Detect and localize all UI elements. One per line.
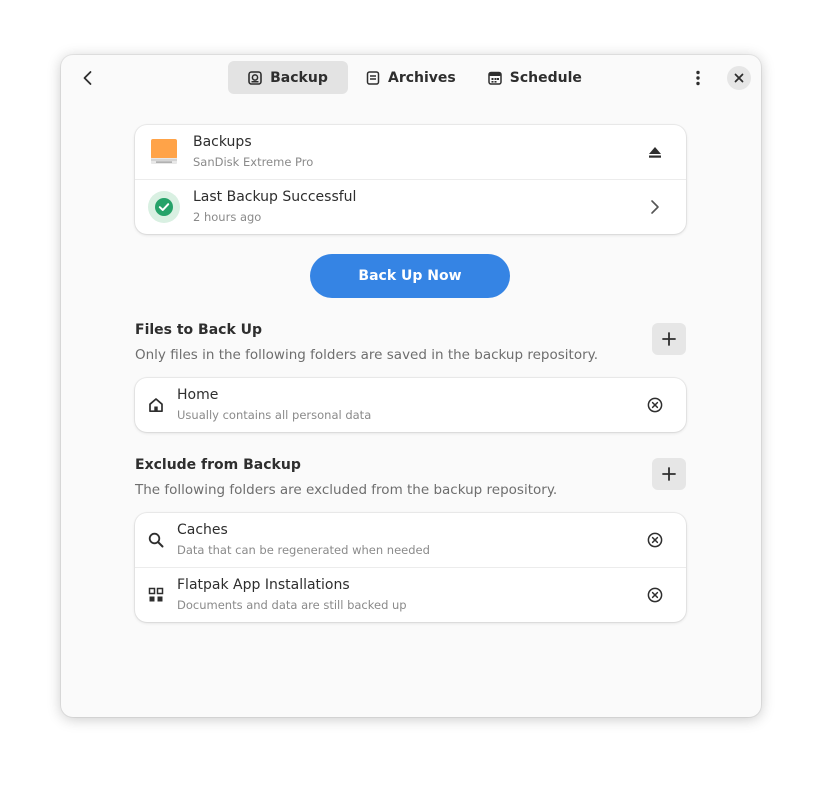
list-item: Flatpak App Installations Documents and … xyxy=(135,567,686,622)
tab-backup-label: Backup xyxy=(270,69,328,86)
app-window: Backup Archives Schedule Backups SanDisk… xyxy=(61,55,761,717)
include-item-title: Home xyxy=(177,387,219,403)
exclude-item-title: Flatpak App Installations xyxy=(177,577,350,593)
chevron-right-icon xyxy=(624,199,686,215)
include-section-description: Only files in the following folders are … xyxy=(135,347,598,363)
plus-icon xyxy=(662,332,676,346)
include-list: Home Usually contains all personal data xyxy=(135,378,686,432)
more-vertical-icon xyxy=(696,70,700,86)
include-item-subtitle: Usually contains all personal data xyxy=(177,408,372,422)
repository-title: Backups xyxy=(193,134,252,150)
header-bar: Backup Archives Schedule xyxy=(61,55,761,101)
remove-circle-icon xyxy=(647,397,663,413)
add-exclude-button[interactable] xyxy=(652,458,686,490)
eject-icon xyxy=(649,147,661,158)
home-icon xyxy=(135,397,177,413)
repository-row: Backups SanDisk Extreme Pro xyxy=(135,125,686,179)
back-up-now-button[interactable]: Back Up Now xyxy=(310,254,510,298)
exclude-item-subtitle: Data that can be regenerated when needed xyxy=(177,543,430,557)
back-button[interactable] xyxy=(71,62,105,94)
drive-icon xyxy=(135,138,193,166)
repository-subtitle: SanDisk Extreme Pro xyxy=(193,155,314,169)
remove-exclude-button[interactable] xyxy=(624,587,686,603)
calendar-icon xyxy=(488,71,502,85)
close-icon xyxy=(734,73,744,83)
exclude-list: Caches Data that can be regenerated when… xyxy=(135,513,686,622)
add-include-button[interactable] xyxy=(652,323,686,355)
remove-exclude-button[interactable] xyxy=(624,532,686,548)
tab-schedule-label: Schedule xyxy=(509,69,582,86)
remove-include-button[interactable] xyxy=(624,397,686,413)
tab-archives[interactable]: Archives xyxy=(352,61,470,94)
eject-button[interactable] xyxy=(624,145,686,159)
list-item: Caches Data that can be regenerated when… xyxy=(135,513,686,567)
last-backup-row[interactable]: Last Backup Successful 2 hours ago xyxy=(135,179,686,234)
status-card: Backups SanDisk Extreme Pro Last Backup … xyxy=(135,125,686,234)
list-item: Home Usually contains all personal data xyxy=(135,378,686,432)
tab-schedule[interactable]: Schedule xyxy=(474,61,596,94)
include-section-title: Files to Back Up xyxy=(135,322,263,338)
tab-backup[interactable]: Backup xyxy=(228,61,348,94)
search-icon xyxy=(135,532,177,548)
success-check-icon xyxy=(135,191,193,223)
tab-archives-label: Archives xyxy=(388,69,456,86)
main-menu-button[interactable] xyxy=(681,62,715,94)
archives-icon xyxy=(366,70,380,85)
remove-circle-icon xyxy=(647,587,663,603)
view-switcher: Backup Archives Schedule xyxy=(228,61,596,94)
close-button[interactable] xyxy=(727,66,751,90)
remove-circle-icon xyxy=(647,532,663,548)
last-backup-subtitle: 2 hours ago xyxy=(193,210,262,224)
exclude-section-description: The following folders are excluded from … xyxy=(135,482,558,498)
last-backup-title: Last Backup Successful xyxy=(193,189,357,205)
exclude-section-title: Exclude from Backup xyxy=(135,457,301,473)
apps-grid-icon xyxy=(135,587,177,603)
exclude-item-subtitle: Documents and data are still backed up xyxy=(177,598,407,612)
chevron-left-icon xyxy=(83,71,92,85)
backup-icon xyxy=(248,70,262,85)
exclude-item-title: Caches xyxy=(177,522,228,538)
plus-icon xyxy=(662,467,676,481)
